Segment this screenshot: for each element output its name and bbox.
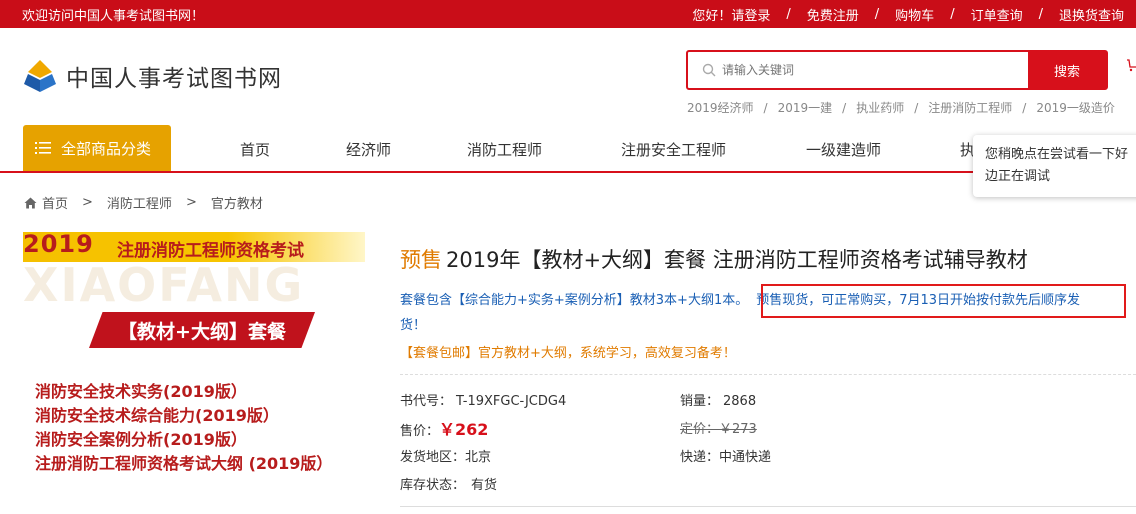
separator: / [1022, 101, 1027, 115]
search-input[interactable] [722, 63, 1002, 77]
top-nav: 您好！请登录 / 免费注册 / 购物车 / 订单查询 / 退换货查询 [692, 5, 1124, 24]
desc-part: 货！ [400, 318, 427, 333]
product-info: 预售 2019年【教材+大纲】套餐 注册消防工程师资格考试辅导教材 [400, 244, 1136, 274]
return-query-link[interactable]: 退换货查询 [1059, 5, 1124, 24]
hot-keywords: 2019经济师 / 2019一建 / 执业药师 / 注册消防工程师 / 2019一级造价 [687, 99, 1115, 116]
attr-label: 发货地区： [400, 450, 466, 465]
stock-status: 库存状态： 有货 [400, 474, 497, 493]
nav-home[interactable]: 首页 [240, 139, 270, 160]
tooltip-line: 边正在调试 [985, 169, 1051, 184]
order-query-link[interactable]: 订单查询 [971, 5, 1023, 24]
nav-fire-engineer[interactable]: 消防工程师 [467, 139, 542, 160]
breadcrumb-home[interactable]: 首页 [42, 193, 68, 212]
highlight-box [761, 284, 1126, 318]
separator: / [914, 101, 919, 115]
hotword-link[interactable]: 2019一级造价 [1036, 101, 1115, 115]
menu-icon [35, 142, 51, 154]
attr-label: 售价： [400, 424, 440, 439]
product-title-text: 2019年【教材+大纲】套餐 注册消防工程师资格考试辅导教材 [446, 248, 1028, 272]
hotword-link[interactable]: 2019经济师 [687, 101, 754, 115]
attr-label: 库存状态： [400, 478, 466, 493]
breadcrumb-arrow: > [82, 195, 93, 210]
cover-book: 注册消防工程师资格考试大纲 (2019版） [35, 454, 333, 473]
divider [400, 374, 1136, 375]
separator: / [874, 7, 880, 22]
search-icon [702, 63, 716, 77]
hotword-link[interactable]: 执业药师 [856, 101, 904, 115]
login-link[interactable]: 您好！请登录 [692, 5, 770, 24]
hotword-link[interactable]: 2019一建 [778, 101, 833, 115]
debug-tooltip: 您稍晚点在尝试看一下好 边正在调试 [973, 135, 1136, 197]
attr-label: 定价： [680, 422, 720, 437]
cover-year: 2019 [23, 230, 94, 258]
site-logo[interactable]: 中国人事考试图书网 [22, 58, 282, 94]
logo-text: 中国人事考试图书网 [66, 66, 282, 92]
promo-text: 【套餐包邮】官方教材+大纲，系统学习，高效复习备考！ [400, 346, 736, 361]
attr-value: 有货 [471, 478, 498, 493]
main-nav: 全部商品分类 首页 经济师 消防工程师 注册安全工程师 一级建造师 执 [0, 125, 1136, 173]
attr-label: 快递： [680, 450, 720, 465]
home-icon [24, 197, 37, 208]
register-link[interactable]: 免费注册 [807, 5, 859, 24]
breadcrumb: 首页 > 消防工程师 > 官方教材 [24, 193, 263, 212]
breadcrumb-category[interactable]: 消防工程师 [107, 193, 172, 212]
desc-part: 套餐包含【综合能力+实务+案例分析】教材3本+大纲1本。 [400, 293, 749, 308]
attr-value: ￥273 [719, 422, 757, 437]
ship-from: 发货地区：北京 [400, 446, 491, 465]
presale-tag: 预售 [400, 248, 442, 272]
cover-book: 消防安全技术实务(2019版） [35, 382, 247, 401]
cover-book-list: 消防安全技术实务(2019版） 消防安全技术综合能力(2019版） 消防安全案例… [35, 380, 332, 476]
list-price: 定价：￥273 [680, 418, 757, 437]
separator: / [786, 7, 791, 22]
cover-book: 消防安全案例分析(2019版） [35, 430, 247, 449]
hotword-link[interactable]: 注册消防工程师 [928, 101, 1012, 115]
attr-value: T-19XFGC-JCDG4 [456, 394, 567, 409]
separator: / [1038, 7, 1043, 22]
attr-value: 中通快递 [719, 450, 772, 465]
attr-label: 销量： [680, 394, 720, 409]
cart-icon[interactable] [1126, 58, 1136, 72]
attr-label: 书代号： [400, 394, 453, 409]
nav-safety-engineer[interactable]: 注册安全工程师 [621, 139, 726, 160]
book-code: 书代号： T-19XFGC-JCDG4 [400, 390, 566, 409]
product-title: 预售 2019年【教材+大纲】套餐 注册消防工程师资格考试辅导教材 [400, 244, 1136, 274]
sales-count: 销量： 2868 [680, 390, 756, 409]
logo-icon [24, 60, 56, 92]
separator: / [763, 101, 768, 115]
courier: 快递：中通快递 [680, 446, 771, 465]
all-categories-button[interactable]: 全部商品分类 [23, 125, 171, 171]
cover-book: 消防安全技术综合能力(2019版） [35, 406, 279, 425]
all-categories-label: 全部商品分类 [61, 139, 152, 158]
separator: / [842, 101, 847, 115]
sale-price: 售价：￥262 [400, 416, 488, 440]
product-image[interactable]: 2019 注册消防工程师资格考试 XIAOFANG 【教材+大纲】套餐 消防安全… [23, 228, 365, 488]
tooltip-line: 您稍晚点在尝试看一下好 [985, 147, 1129, 162]
breadcrumb-arrow: > [185, 195, 197, 210]
cart-link[interactable]: 购物车 [895, 5, 934, 24]
search-button[interactable]: 搜索 [1028, 52, 1106, 88]
breadcrumb-current: 官方教材 [210, 197, 263, 212]
divider [400, 506, 1136, 507]
nav-constructor[interactable]: 一级建造师 [806, 139, 881, 160]
top-bar: 欢迎访问中国人事考试图书网！ 您好！请登录 / 免费注册 / 购物车 / 订单查… [0, 0, 1136, 28]
cover-bundle-banner: 【教材+大纲】套餐 [89, 312, 315, 348]
separator: / [950, 7, 955, 22]
nav-economist[interactable]: 经济师 [346, 139, 391, 160]
welcome-text: 欢迎访问中国人事考试图书网！ [22, 9, 205, 24]
price-value: ￥262 [439, 420, 489, 439]
cover-watermark: XIAOFANG [23, 258, 305, 312]
attr-value: 2868 [723, 394, 757, 409]
attr-value: 北京 [465, 450, 492, 465]
search-box: 搜索 [686, 50, 1108, 90]
